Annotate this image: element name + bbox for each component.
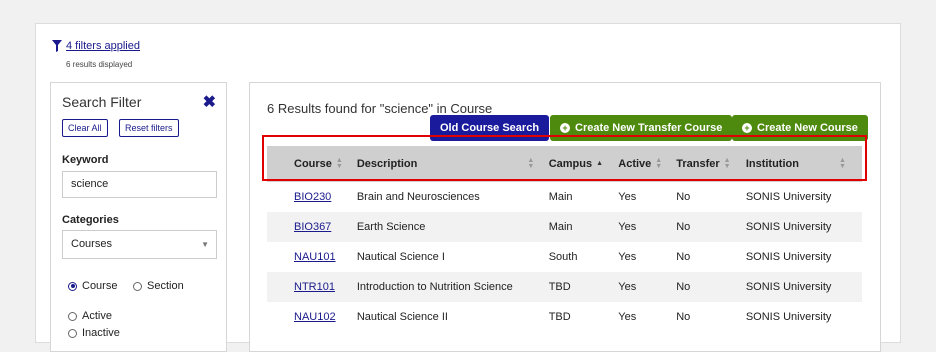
active-cell: Yes [618,311,637,323]
radio-course[interactable]: Course [68,280,117,292]
institution-cell: SONIS University [745,311,832,323]
radio-inactive-label: Inactive [82,327,120,339]
campus-cell: TBD [548,311,571,323]
create-course-button[interactable]: + Create New Course [732,115,868,141]
campus-cell: TBD [539,272,610,302]
description-cell: Earth Science [347,212,540,242]
institution-cell: SONIS University [736,212,862,242]
table-row: NAU101 Nautical Science I South Yes No S… [267,242,862,272]
column-header-description[interactable]: Description ▲ ▼ [347,146,540,182]
transfer-cell: No [667,212,737,242]
column-header-course[interactable]: Course ▲ ▼ [267,146,348,182]
campus-cell: Main [539,212,610,242]
plus-circle-icon: + [742,123,752,133]
table-header-row: Course ▲ ▼ Description ▲ ▼ Campus ▲ Active ▲ ▼ … [267,146,862,182]
column-header-transfer[interactable]: Transfer ▲ ▼ [667,146,737,182]
close-icon[interactable]: ✖ [203,92,216,112]
transfer-cell: No [667,272,737,302]
active-cell: Yes [609,212,668,242]
radio-active[interactable]: Active [68,310,112,322]
campus-cell: Main [548,191,573,203]
radio-inactive[interactable]: Inactive [68,327,120,339]
campus-cell: South [548,251,578,263]
create-transfer-course-button[interactable]: + Create New Transfer Course [550,115,733,141]
radio-section-icon [133,281,142,291]
results-heading: 6 Results found for "science" in Course [267,101,493,116]
transfer-cell: No [676,311,691,323]
sort-icon: ▲ ▼ [335,157,343,171]
radio-active-label: Active [82,310,112,322]
results-table: Course ▲ ▼ Description ▲ ▼ Campus ▲ Active ▲ ▼ … [267,146,862,332]
categories-select-value: Courses [71,238,112,250]
radio-section-label: Section [147,280,184,292]
course-link[interactable]: NAU102 [294,311,336,323]
column-header-active[interactable]: Active ▲ ▼ [609,146,668,182]
clear-all-button[interactable]: Clear All [62,119,108,137]
institution-cell: SONIS University [736,272,862,302]
radio-active-icon [68,311,77,321]
active-cell: Yes [609,272,668,302]
sort-icon: ▲ ▼ [723,157,731,171]
reset-filters-button[interactable]: Reset filters [119,119,179,137]
active-cell: Yes [618,251,637,263]
page-card: 4 filters applied 6 results displayed Se… [35,23,901,352]
institution-cell: SONIS University [745,251,832,263]
table-row: NAU102 Nautical Science II TBD Yes No SO… [267,302,862,332]
course-link[interactable]: NTR101 [294,281,335,293]
active-cell: Yes [618,191,637,203]
radio-inactive-icon [68,328,77,338]
categories-select[interactable]: Courses ▼ [62,230,217,259]
keyword-label: Keyword [62,154,109,166]
column-header-campus[interactable]: Campus ▲ [539,146,610,182]
search-filter-sidebar: Search Filter ✖ Clear All Reset filters … [50,82,227,352]
results-count: 6 results displayed [66,60,133,69]
description-cell: Nautical Science I [356,251,445,263]
transfer-cell: No [676,191,691,203]
course-link[interactable]: BIO367 [294,221,331,233]
create-transfer-course-label: Create New Transfer Course [575,122,723,134]
radio-course-label: Course [82,280,118,292]
plus-circle-icon: + [560,123,570,133]
sort-icon: ▲ ▼ [655,157,663,171]
radio-course-checked-icon [68,281,77,291]
categories-label: Categories [62,214,119,226]
filter-icon [52,40,62,52]
description-cell: Brain and Neurosciences [356,191,480,203]
chevron-down-icon: ▼ [201,240,209,249]
table-row: BIO367 Earth Science Main Yes No SONIS U… [267,212,862,242]
description-cell: Nautical Science II [356,311,448,323]
filters-applied-link[interactable]: 4 filters applied [66,40,140,52]
create-course-label: Create New Course [757,122,858,134]
keyword-input[interactable]: science [62,171,217,198]
course-link[interactable]: BIO230 [294,191,331,203]
description-cell: Introduction to Nutrition Science [347,272,540,302]
course-link[interactable]: NAU101 [294,251,336,263]
transfer-cell: No [676,251,691,263]
sort-icon: ▲ ▼ [838,157,846,171]
sort-icon: ▲ ▼ [527,157,535,171]
filters-applied[interactable]: 4 filters applied [52,40,140,52]
institution-cell: SONIS University [745,191,832,203]
table-row: NTR101 Introduction to Nutrition Science… [267,272,862,302]
table-row: BIO230 Brain and Neurosciences Main Yes … [267,182,862,212]
old-course-search-button[interactable]: Old Course Search [430,115,550,141]
old-course-search-label: Old Course Search [440,122,540,134]
results-panel: 6 Results found for "science" in Course … [249,82,881,352]
radio-section[interactable]: Section [133,280,184,292]
column-header-institution[interactable]: Institution ▲ ▼ [736,146,862,182]
sort-ascending-icon: ▲ [596,160,604,168]
sidebar-title: Search Filter [62,94,142,110]
